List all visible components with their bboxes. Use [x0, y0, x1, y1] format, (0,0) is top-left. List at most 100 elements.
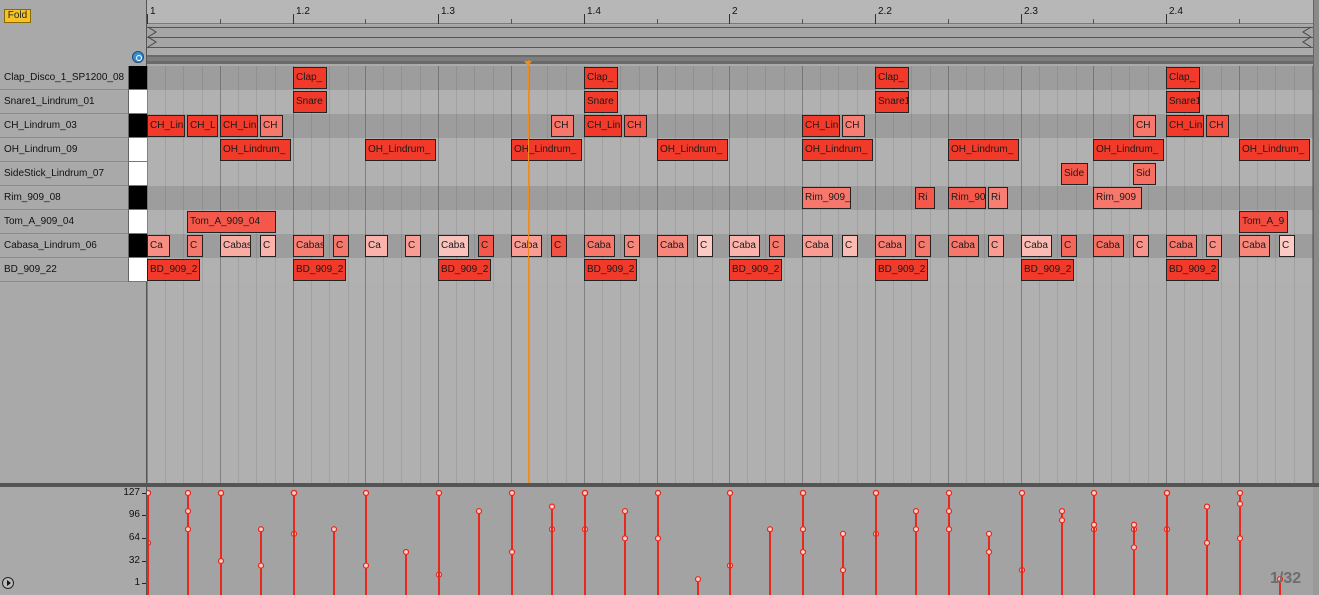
midi-note[interactable]: Caba [511, 235, 542, 257]
velocity-handle[interactable] [1090, 489, 1098, 497]
velocity-handle[interactable] [184, 526, 192, 533]
velocity-handle[interactable] [945, 508, 953, 515]
midi-note[interactable]: CH [624, 115, 647, 137]
velocity-handle[interactable] [1203, 539, 1211, 546]
velocity-handle[interactable] [1090, 521, 1098, 528]
midi-note[interactable]: CH_L [187, 115, 218, 137]
midi-note[interactable]: Caba [875, 235, 906, 257]
velocity-handle[interactable] [1018, 489, 1026, 497]
velocity-handle[interactable] [1130, 521, 1138, 528]
midi-note[interactable]: C [333, 235, 349, 257]
midi-note[interactable]: C [769, 235, 785, 257]
velocity-handle[interactable] [184, 508, 192, 515]
midi-note[interactable]: BD_909_2 [1021, 259, 1074, 281]
midi-note[interactable]: C [842, 235, 858, 257]
midi-note[interactable]: Caba [729, 235, 760, 257]
midi-note[interactable]: C [478, 235, 494, 257]
velocity-handle[interactable] [508, 548, 516, 556]
end-marker-icon[interactable] [1302, 36, 1312, 48]
velocity-handle[interactable] [1203, 503, 1211, 510]
lane-label[interactable]: Clap_Disco_1_SP1200_08 [0, 66, 128, 90]
pad-key[interactable] [128, 66, 147, 90]
midi-note[interactable]: BD_909_2 [584, 259, 637, 281]
pad-key[interactable] [128, 90, 147, 114]
midi-note[interactable]: C [1133, 235, 1149, 257]
beat-ruler[interactable]: 1 1.2 1.3 1.4 2 2.2 2.3 2.4 [147, 0, 1313, 24]
velocity-handle[interactable] [548, 503, 556, 510]
midi-note[interactable]: C [1279, 235, 1295, 257]
lane-row[interactable] [147, 210, 1313, 234]
midi-note[interactable]: Clap_ [1166, 67, 1200, 89]
midi-note[interactable]: Side [1061, 163, 1088, 185]
loop-brace-strip[interactable] [147, 25, 1313, 48]
midi-note[interactable]: Caba [1239, 235, 1270, 257]
midi-note[interactable]: C [624, 235, 640, 257]
pad-key[interactable] [128, 186, 147, 210]
midi-note[interactable]: Rim_909_ [802, 187, 851, 209]
lane-label[interactable]: Snare1_Lindrum_01 [0, 90, 128, 114]
midi-note[interactable]: Snare [584, 91, 618, 113]
velocity-handle[interactable] [945, 489, 953, 497]
midi-note[interactable]: CH_Lin [584, 115, 622, 137]
lane-label[interactable]: BD_909_22 [0, 258, 128, 282]
velocity-handle[interactable] [1058, 508, 1066, 515]
midi-note[interactable]: BD_909_2 [147, 259, 200, 281]
midi-note[interactable]: CH [842, 115, 865, 137]
velocity-handle[interactable] [402, 548, 410, 556]
midi-note[interactable]: OH_Lindrum_ [511, 139, 582, 161]
velocity-handle[interactable] [654, 535, 662, 542]
velocity-handle[interactable] [799, 548, 807, 556]
midi-note[interactable]: BD_909_2 [875, 259, 928, 281]
midi-note[interactable]: Caba [657, 235, 688, 257]
pad-key[interactable] [128, 258, 147, 282]
midi-note[interactable]: C [405, 235, 421, 257]
midi-note[interactable]: C [988, 235, 1004, 257]
midi-note[interactable]: CH [260, 115, 283, 137]
midi-note[interactable]: C [260, 235, 276, 257]
empty-lane-area[interactable] [147, 282, 1313, 485]
midi-note[interactable]: Tom_A_909_04 [187, 211, 276, 233]
pad-key[interactable] [128, 114, 147, 138]
velocity-handle[interactable] [1163, 489, 1171, 497]
midi-note[interactable]: BD_909_2 [438, 259, 491, 281]
midi-note[interactable]: C [1206, 235, 1222, 257]
velocity-handle[interactable] [799, 489, 807, 497]
midi-note[interactable]: C [697, 235, 713, 257]
midi-note[interactable]: CH [1133, 115, 1156, 137]
midi-note[interactable]: BD_909_2 [1166, 259, 1219, 281]
midi-note[interactable]: Clap_ [293, 67, 327, 89]
velocity-handle[interactable] [1130, 544, 1138, 551]
velocity-handle[interactable] [799, 526, 807, 533]
velocity-handle[interactable] [435, 489, 443, 497]
midi-note[interactable]: Caba [948, 235, 979, 257]
lane-label[interactable]: CH_Lindrum_03 [0, 114, 128, 138]
midi-note[interactable]: Caba [1021, 235, 1052, 257]
velocity-handle[interactable] [184, 489, 192, 497]
midi-note[interactable]: Cabas [220, 235, 251, 257]
velocity-handle[interactable] [257, 562, 265, 569]
midi-note[interactable]: Caba [1093, 235, 1124, 257]
velocity-handle[interactable] [912, 526, 920, 533]
midi-note[interactable]: BD_909_2 [293, 259, 346, 281]
velocity-handle[interactable] [912, 508, 920, 515]
velocity-handle[interactable] [945, 526, 953, 533]
midi-note[interactable]: OH_Lindrum_ [1093, 139, 1164, 161]
midi-note[interactable]: Tom_A_9 [1239, 211, 1288, 233]
midi-note[interactable]: Caba [1166, 235, 1197, 257]
midi-note[interactable]: Snare1 [1166, 91, 1200, 113]
midi-note[interactable]: Clap_ [875, 67, 909, 89]
midi-note[interactable]: Clap_ [584, 67, 618, 89]
midi-note[interactable]: CH_Lin [802, 115, 840, 137]
horizontal-scroll-strip[interactable] [147, 55, 1313, 64]
lane-label[interactable]: Rim_909_08 [0, 186, 128, 210]
midi-note[interactable]: OH_Lindrum_ [1239, 139, 1310, 161]
velocity-handle[interactable] [985, 530, 993, 537]
velocity-handle[interactable] [694, 576, 702, 583]
midi-note[interactable]: CH [1206, 115, 1229, 137]
midi-note[interactable]: Ca [147, 235, 170, 257]
velocity-handle[interactable] [581, 489, 589, 497]
lane-label[interactable]: Tom_A_909_04 [0, 210, 128, 234]
midi-note[interactable]: OH_Lindrum_ [948, 139, 1019, 161]
velocity-handle[interactable] [217, 557, 225, 565]
note-editor[interactable]: 1 1.2 1.3 1.4 2 2.2 2.3 2.4 Clap_ Clap_ Clap_ Clap… [147, 0, 1313, 485]
